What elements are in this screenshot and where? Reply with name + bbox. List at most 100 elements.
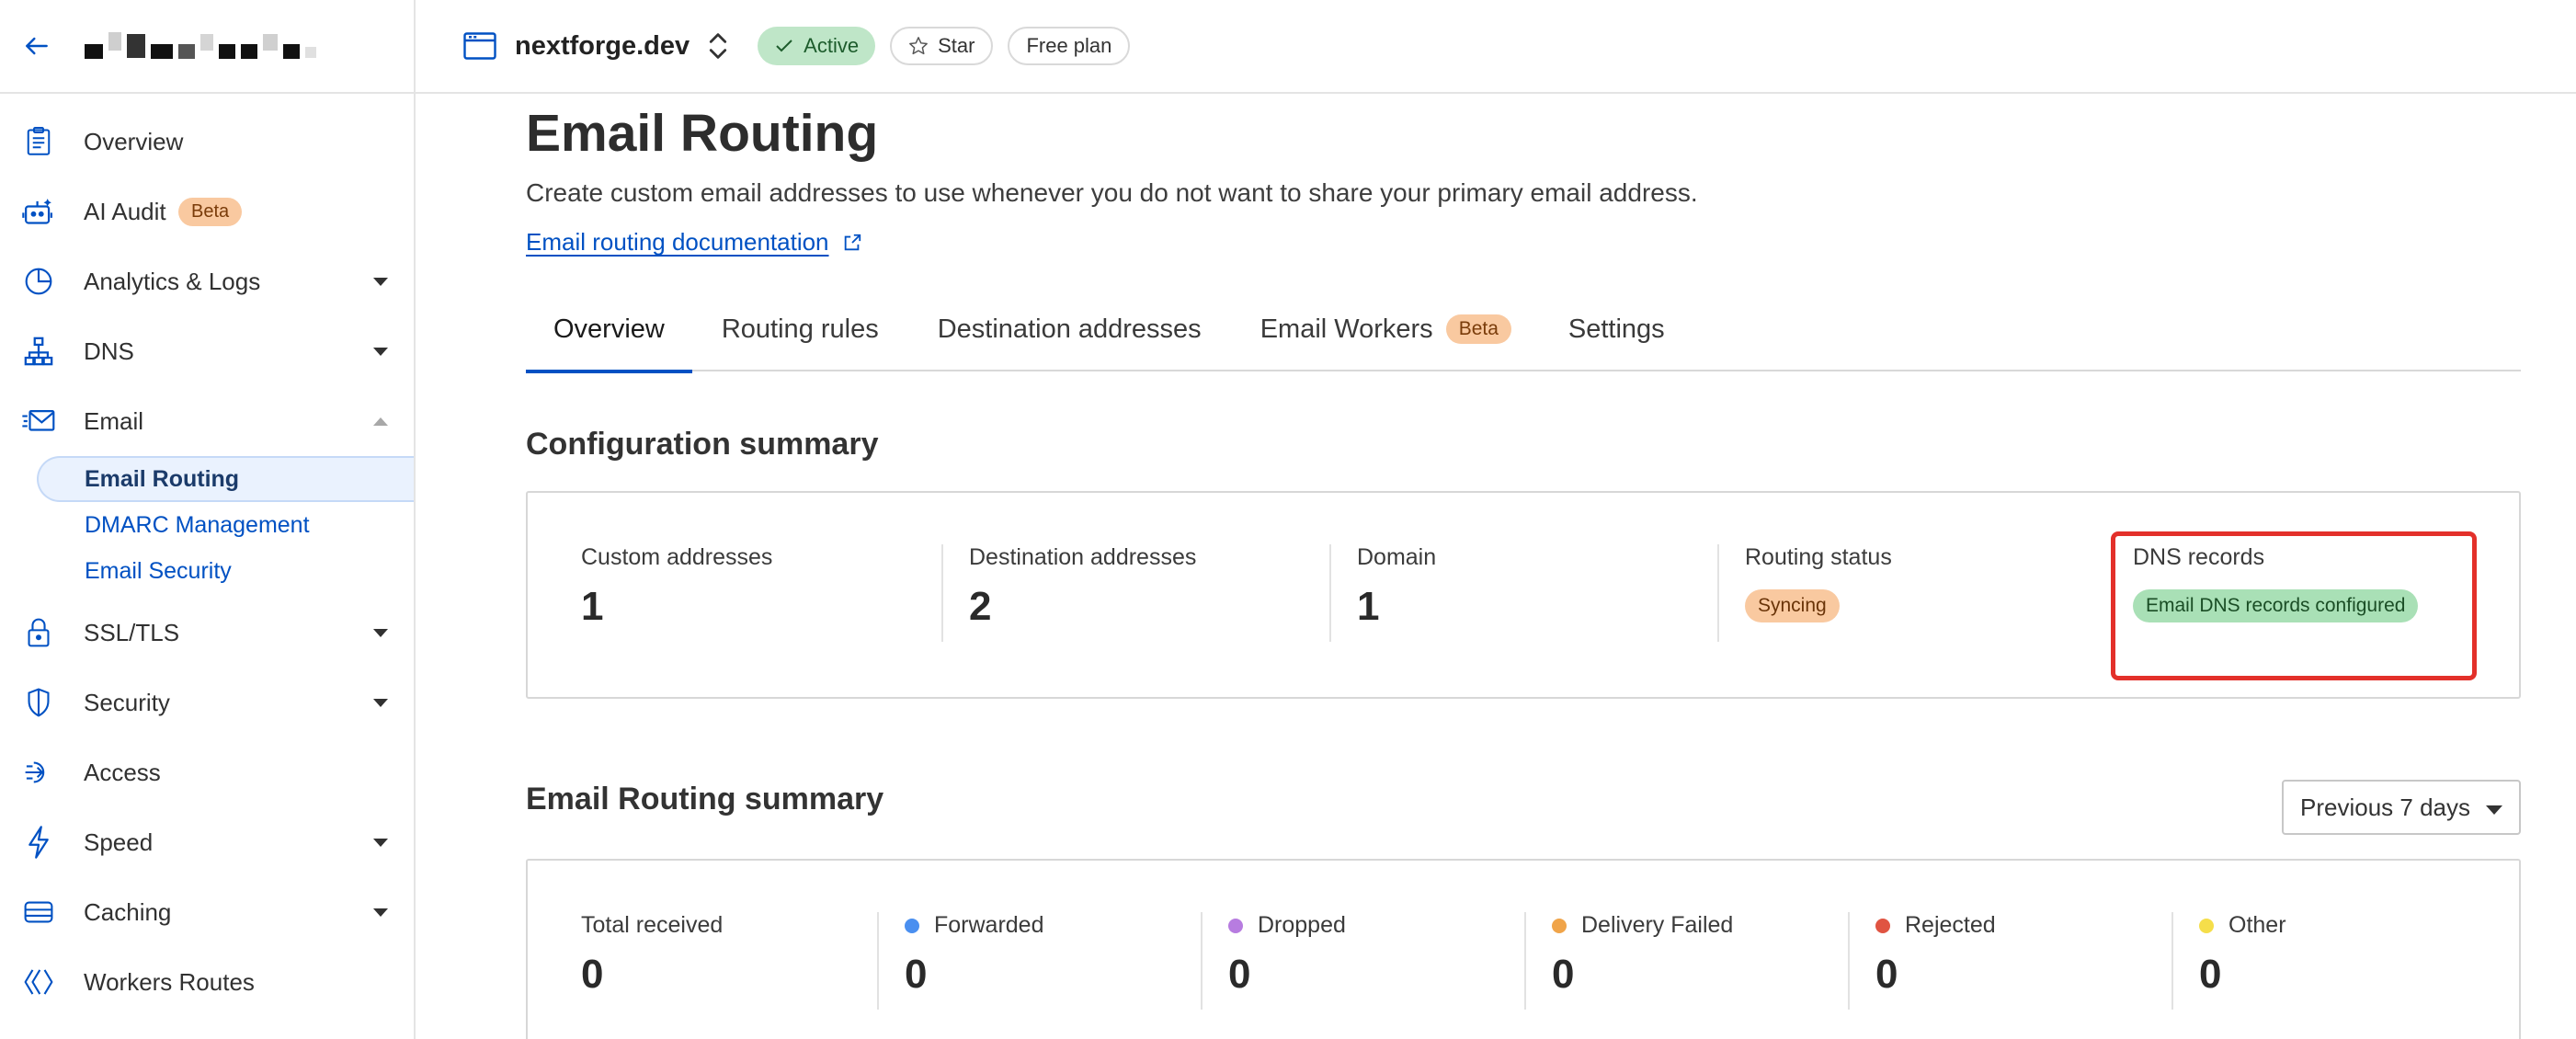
chevron-up-down-icon[interactable] — [706, 30, 730, 62]
sidebar-item-dns[interactable]: DNS — [0, 316, 414, 386]
sidebar-item-label: Overview — [84, 127, 184, 155]
time-period-select[interactable]: Previous 7 days — [2282, 780, 2521, 835]
checkmark-icon — [776, 40, 792, 52]
page-title: Email Routing — [526, 104, 879, 163]
stat-label: Custom addresses — [581, 544, 773, 570]
tab-settings[interactable]: Settings — [1568, 302, 1665, 371]
site-name: nextforge.dev — [515, 30, 690, 61]
sidebar-item-ai-audit[interactable]: AI Audit Beta — [0, 177, 414, 246]
star-button[interactable]: Star — [890, 27, 994, 65]
documentation-link-label: Email routing documentation — [526, 228, 829, 256]
tab-bar: Overview Routing rules Destination addre… — [526, 302, 2521, 373]
syncing-badge: Syncing — [1745, 589, 1840, 622]
chevron-down-icon — [373, 838, 388, 847]
chevron-down-icon — [373, 908, 388, 917]
lock-icon — [20, 614, 57, 651]
sidebar-item-security[interactable]: Security — [0, 668, 414, 737]
beta-badge: Beta — [1445, 314, 1511, 344]
robot-icon — [20, 193, 57, 230]
delivery-failed-dot-icon — [1552, 918, 1567, 933]
sidebar-subitem-email-routing[interactable]: Email Routing — [37, 456, 414, 502]
stat-value: 1 — [1357, 584, 1380, 629]
tab-routing-rules[interactable]: Routing rules — [722, 302, 879, 371]
forwarded-dot-icon — [905, 918, 919, 933]
documentation-link[interactable]: Email routing documentation — [526, 228, 862, 257]
beta-badge: Beta — [178, 197, 243, 226]
rejected-stat: Rejected 0 — [1875, 912, 1996, 998]
storage-icon — [20, 894, 57, 931]
browser-window-icon — [463, 32, 496, 60]
sidebar-item-label: Email — [84, 406, 144, 435]
sidebar-item-label: Speed — [84, 828, 154, 856]
workers-icon — [20, 964, 57, 1000]
stat-label: Destination addresses — [969, 544, 1197, 570]
stat-value: 0 — [1552, 952, 1575, 997]
sidebar-item-analytics-logs[interactable]: Analytics & Logs — [0, 246, 414, 316]
divider — [1717, 544, 1719, 642]
dropped-dot-icon — [1228, 918, 1243, 933]
tab-destination-addresses[interactable]: Destination addresses — [938, 302, 1202, 371]
divider — [1201, 912, 1203, 1010]
highlight-box — [2111, 531, 2477, 680]
time-period-value: Previous 7 days — [2300, 793, 2470, 821]
divider — [2171, 912, 2173, 1010]
sidebar-item-overview[interactable]: Overview — [0, 107, 414, 177]
dropped-stat: Dropped 0 — [1228, 912, 1346, 998]
divider — [1848, 912, 1850, 1010]
sidebar-item-access[interactable]: Access — [0, 737, 414, 807]
sidebar-item-speed[interactable]: Speed — [0, 807, 414, 877]
plan-badge[interactable]: Free plan — [1008, 27, 1131, 65]
page-description: Create custom email addresses to use whe… — [526, 178, 1698, 207]
sidebar-subitem-email-security[interactable]: Email Security — [0, 548, 414, 594]
tab-overview[interactable]: Overview — [526, 302, 692, 373]
tab-label: Email Workers — [1260, 314, 1433, 344]
sidebar-item-email[interactable]: Email — [0, 386, 414, 456]
external-link-icon — [844, 234, 861, 250]
stat-label: Delivery Failed — [1581, 912, 1734, 938]
sidebar-nav: Overview AI Audit Beta Analytics & Logs … — [0, 94, 414, 1017]
divider — [1524, 912, 1526, 1010]
stat-label: Domain — [1357, 544, 1437, 570]
stat-label: Other — [2228, 912, 2286, 938]
back-button[interactable] — [17, 26, 57, 66]
total-received-stat: Total received 0 — [581, 912, 723, 998]
sidebar-item-label: Workers Routes — [84, 967, 255, 996]
stat-label: Dropped — [1258, 912, 1346, 938]
forwarded-stat: Forwarded 0 — [905, 912, 1044, 998]
domain-stat: Domain 1 — [1357, 544, 1436, 630]
sidebar-item-label: Caching — [84, 897, 172, 926]
star-icon — [909, 37, 928, 55]
chevron-up-icon — [373, 417, 388, 426]
sidebar-item-label: Access — [84, 758, 161, 786]
delivery-failed-stat: Delivery Failed 0 — [1552, 912, 1733, 998]
sidebar-subitem-dmarc-management[interactable]: DMARC Management — [0, 502, 414, 548]
sidebar-item-label: DNS — [84, 337, 134, 365]
status-label: Active — [804, 34, 860, 57]
sidebar: Overview AI Audit Beta Analytics & Logs … — [0, 0, 416, 1039]
stat-label: Routing status — [1745, 544, 1892, 570]
top-bar: nextforge.dev Active Star Free plan — [416, 0, 2576, 94]
routing-status-stat: Routing status Syncing — [1745, 544, 1892, 622]
sidebar-subitem-label: DMARC Management — [85, 511, 310, 538]
sidebar-item-ssl-tls[interactable]: SSL/TLS — [0, 598, 414, 668]
sidebar-item-label: AI Audit — [84, 197, 166, 225]
shield-icon — [20, 684, 57, 721]
other-dot-icon — [2199, 918, 2214, 933]
routing-summary-cells: Total received 0 Forwarded 0 Dropped 0 D… — [581, 861, 2519, 1039]
divider — [941, 544, 943, 642]
sidebar-item-caching[interactable]: Caching — [0, 877, 414, 947]
tab-label: Destination addresses — [937, 314, 1202, 344]
sidebar-item-workers-routes[interactable]: Workers Routes — [0, 947, 414, 1017]
chevron-down-icon — [373, 628, 388, 637]
sidebar-subitem-label: Email Routing — [85, 465, 240, 492]
stat-value: 0 — [1228, 952, 1251, 997]
chevron-down-icon — [373, 347, 388, 356]
chevron-down-icon — [373, 277, 388, 286]
stat-value: 0 — [2199, 952, 2222, 997]
email-icon — [20, 403, 57, 440]
configuration-summary-card: Custom addresses 1 Destination addresses… — [526, 491, 2521, 699]
other-stat: Other 0 — [2199, 912, 2286, 998]
tab-email-workers[interactable]: Email Workers Beta — [1260, 302, 1511, 371]
clipboard-icon — [20, 123, 57, 160]
tab-label: Routing rules — [721, 314, 879, 344]
